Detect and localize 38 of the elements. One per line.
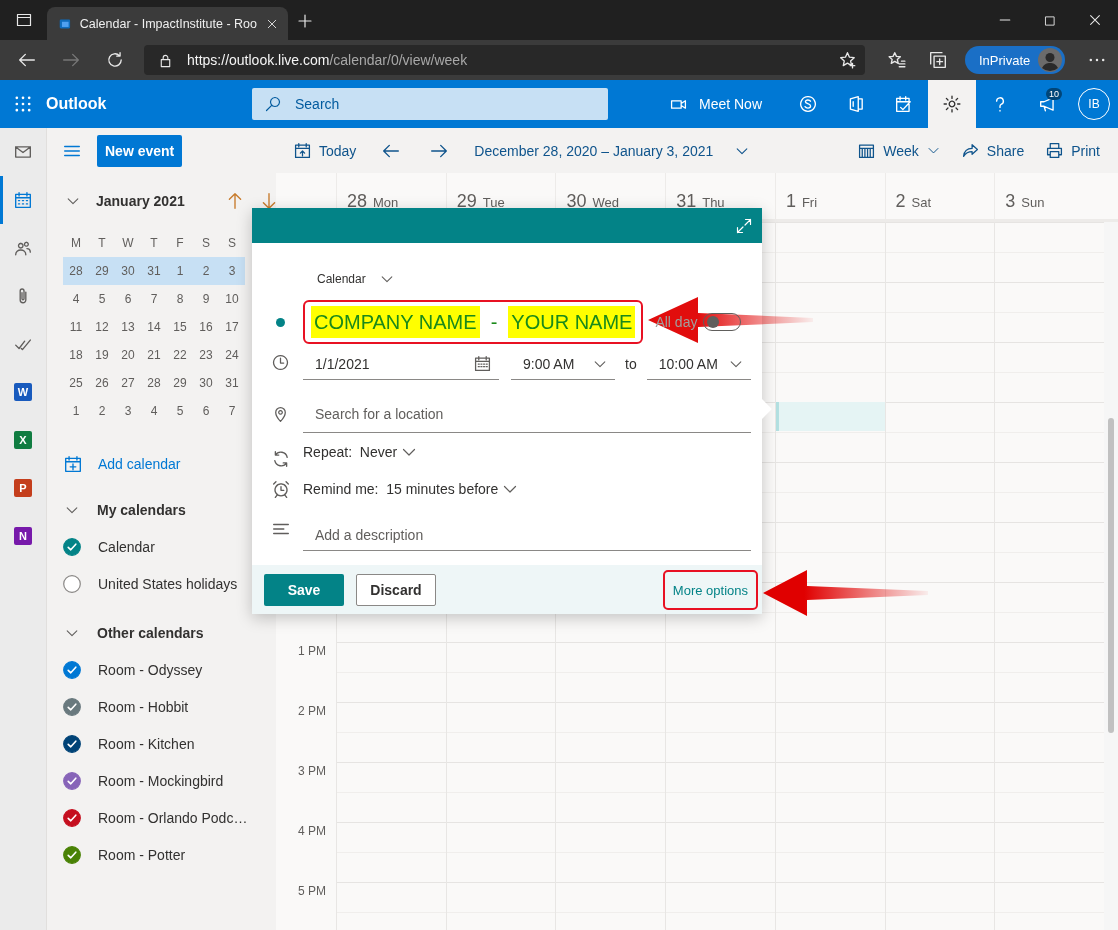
day-number: 28 xyxy=(347,191,368,212)
hour-label: 3 PM xyxy=(298,763,326,779)
weekday-label: T xyxy=(97,236,107,250)
group-title: Other calendars xyxy=(97,624,204,641)
day-name: Sat xyxy=(911,195,932,210)
weekday-label: T xyxy=(149,236,159,250)
hour-label: 1 PM xyxy=(298,643,326,659)
tab-title: Calendar - ImpactInstitute - Roo xyxy=(79,16,257,31)
group-title: My calendars xyxy=(97,501,186,518)
day-name: Sun xyxy=(1021,195,1045,210)
weekday-label: S xyxy=(201,236,211,250)
app-icon: N xyxy=(14,527,32,545)
day-number: 2 xyxy=(895,191,906,212)
app-icon: W xyxy=(14,383,32,401)
to-label: to xyxy=(625,356,637,372)
day-number: 30 xyxy=(566,191,587,212)
day-number: 3 xyxy=(1005,191,1016,212)
day-name: Thu xyxy=(702,195,725,210)
day-name: Fri xyxy=(801,195,818,210)
day-number: 31 xyxy=(676,191,697,212)
month-label: January 2021 xyxy=(96,193,185,209)
hour-label: 4 PM xyxy=(298,823,326,839)
hour-label: 5 PM xyxy=(298,883,326,899)
all-day-label: All day xyxy=(655,314,698,330)
day-name: Wed xyxy=(592,195,619,210)
day-name: Tue xyxy=(482,195,505,210)
weekday-label: M xyxy=(70,236,82,250)
day-number: 1 xyxy=(785,191,796,212)
weekday-label: S xyxy=(227,236,237,250)
weekday-label: W xyxy=(121,236,135,250)
app-icon: P xyxy=(14,479,32,497)
app-icon: X xyxy=(14,431,32,449)
notification-badge: 10 xyxy=(1046,88,1062,100)
day-name: Mon xyxy=(373,195,399,210)
day-number: 29 xyxy=(456,191,477,212)
hour-label: 2 PM xyxy=(298,703,326,719)
url-text: https://outlook.live.com/calendar/0/view/week xyxy=(187,52,468,68)
weekday-label: F xyxy=(175,236,185,250)
